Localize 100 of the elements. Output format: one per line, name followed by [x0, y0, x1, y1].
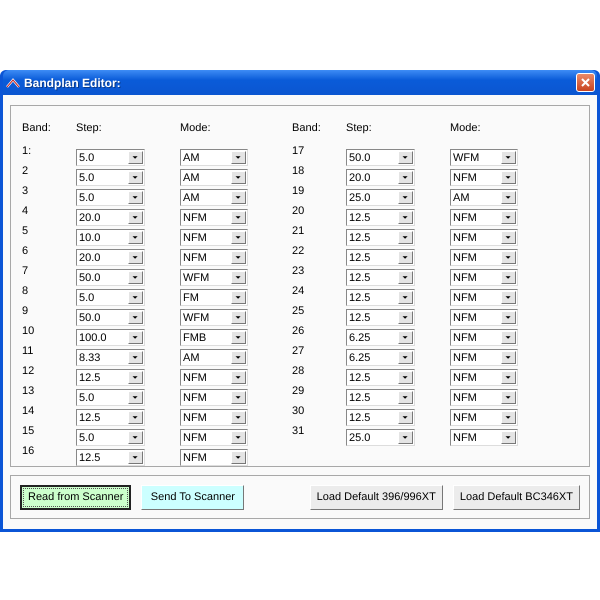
mode-dropdown[interactable]: NFM — [450, 229, 518, 246]
mode-dropdown[interactable]: NFM — [450, 169, 518, 186]
mode-dropdown[interactable]: NFM — [450, 209, 518, 226]
step-dropdown[interactable]: 12.5 — [346, 289, 415, 306]
step-dropdown[interactable]: 50.0 — [76, 269, 145, 286]
caret-icon — [128, 391, 143, 404]
mode-dropdown[interactable]: AM — [180, 189, 248, 206]
caret-icon — [501, 271, 516, 284]
step-dropdown[interactable]: 12.5 — [346, 249, 415, 266]
mode-dropdown[interactable]: WFM — [180, 269, 248, 286]
caret-icon — [398, 411, 413, 424]
caret-icon — [128, 251, 143, 264]
mode-dropdown[interactable]: NFM — [180, 369, 248, 386]
step-dropdown[interactable]: 50.0 — [346, 149, 415, 166]
mode-dropdown[interactable]: NFM — [180, 429, 248, 446]
step-dropdown[interactable]: 20.0 — [346, 169, 415, 186]
band-label: 9 — [22, 305, 30, 317]
band-header: Band: — [292, 122, 322, 136]
step-dropdown[interactable]: 6.25 — [346, 329, 415, 346]
step-dropdown[interactable]: 25.0 — [346, 189, 415, 206]
mode-dropdown[interactable]: AM — [180, 349, 248, 366]
step-dropdown[interactable]: 100.0 — [76, 329, 145, 346]
scanner-button[interactable]: Send To Scanner — [141, 484, 244, 510]
scanner-button[interactable]: Read from Scanner — [20, 484, 132, 510]
step-dropdown[interactable]: 25.0 — [346, 429, 415, 446]
mode-dropdown[interactable]: NFM — [450, 429, 518, 446]
step-dropdown[interactable]: 5.0 — [76, 149, 145, 166]
mode-dropdown[interactable]: WFM — [180, 309, 248, 326]
step-dropdown[interactable]: 5.0 — [76, 169, 145, 186]
caret-icon — [398, 431, 413, 444]
mode-dropdown[interactable]: NFM — [180, 249, 248, 266]
step-dropdown[interactable]: 12.5 — [346, 389, 415, 406]
band-label: 15 — [22, 425, 36, 437]
mode-header: Mode: — [450, 122, 482, 136]
step-dropdown[interactable]: 12.5 — [346, 409, 415, 426]
step-dropdown[interactable]: 12.5 — [346, 229, 415, 246]
mode-dropdown[interactable]: NFM — [180, 409, 248, 426]
mode-dropdown[interactable]: NFM — [450, 249, 518, 266]
caret-icon — [398, 191, 413, 204]
mode-dropdown[interactable]: NFM — [450, 409, 518, 426]
mode-dropdown[interactable]: NFM — [450, 349, 518, 366]
mode-dropdown[interactable]: FMB — [180, 329, 248, 346]
caret-icon — [501, 391, 516, 404]
caret-icon — [398, 331, 413, 344]
step-dropdown[interactable]: 5.0 — [76, 189, 145, 206]
step-dropdown[interactable]: 12.5 — [76, 409, 145, 426]
caret-icon — [231, 211, 246, 224]
step-dropdown[interactable]: 5.0 — [76, 289, 145, 306]
scanner-button[interactable]: Load Default BC346XT — [452, 484, 580, 510]
step-dropdown[interactable]: 5.0 — [76, 429, 145, 446]
band-header: Band: — [22, 122, 52, 136]
mode-dropdown[interactable]: NFM — [180, 229, 248, 246]
mode-dropdown[interactable]: NFM — [450, 329, 518, 346]
app-icon — [6, 76, 20, 88]
scanner-button[interactable]: Load Default 396/996XT — [310, 484, 443, 510]
close-button[interactable] — [576, 73, 595, 92]
step-dropdown[interactable]: 12.5 — [346, 369, 415, 386]
mode-dropdown[interactable]: NFM — [180, 389, 248, 406]
band-label: 10 — [22, 325, 36, 337]
step-dropdown[interactable]: 6.25 — [346, 349, 415, 366]
step-header: Step: — [346, 122, 373, 136]
caret-icon — [501, 311, 516, 324]
caret-icon — [231, 191, 246, 204]
band-label: 30 — [292, 405, 306, 417]
mode-dropdown[interactable]: AM — [450, 189, 518, 206]
caret-icon — [398, 251, 413, 264]
step-dropdown[interactable]: 12.5 — [346, 269, 415, 286]
mode-dropdown[interactable]: WFM — [450, 149, 518, 166]
step-dropdown[interactable]: 5.0 — [76, 389, 145, 406]
caret-icon — [231, 171, 246, 184]
band-label: 14 — [22, 405, 36, 417]
caret-icon — [128, 271, 143, 284]
step-dropdown[interactable]: 8.33 — [76, 349, 145, 366]
mode-dropdown[interactable]: NFM — [450, 289, 518, 306]
mode-dropdown[interactable]: NFM — [450, 309, 518, 326]
step-dropdown[interactable]: 12.5 — [76, 369, 145, 386]
caret-icon — [398, 211, 413, 224]
caret-icon — [128, 331, 143, 344]
step-dropdown[interactable]: 20.0 — [76, 249, 145, 266]
mode-dropdown[interactable]: NFM — [180, 209, 248, 226]
mode-dropdown[interactable]: AM — [180, 149, 248, 166]
mode-dropdown[interactable]: NFM — [450, 389, 518, 406]
mode-dropdown[interactable]: NFM — [180, 449, 248, 466]
step-dropdown[interactable]: 50.0 — [76, 309, 145, 326]
mode-dropdown[interactable]: NFM — [450, 269, 518, 286]
band-label: 12 — [22, 365, 36, 377]
caret-icon — [128, 291, 143, 304]
step-dropdown[interactable]: 12.5 — [346, 209, 415, 226]
mode-dropdown[interactable]: FM — [180, 289, 248, 306]
step-dropdown[interactable]: 12.5 — [76, 449, 145, 466]
caret-icon — [501, 151, 516, 164]
step-dropdown[interactable]: 20.0 — [76, 209, 145, 226]
band-label: 5 — [22, 225, 30, 237]
band-label: 27 — [292, 345, 306, 357]
step-dropdown[interactable]: 12.5 — [346, 309, 415, 326]
mode-dropdown[interactable]: NFM — [450, 369, 518, 386]
band-label: 29 — [292, 385, 306, 397]
mode-dropdown[interactable]: AM — [180, 169, 248, 186]
step-dropdown[interactable]: 10.0 — [76, 229, 145, 246]
caret-icon — [231, 331, 246, 344]
